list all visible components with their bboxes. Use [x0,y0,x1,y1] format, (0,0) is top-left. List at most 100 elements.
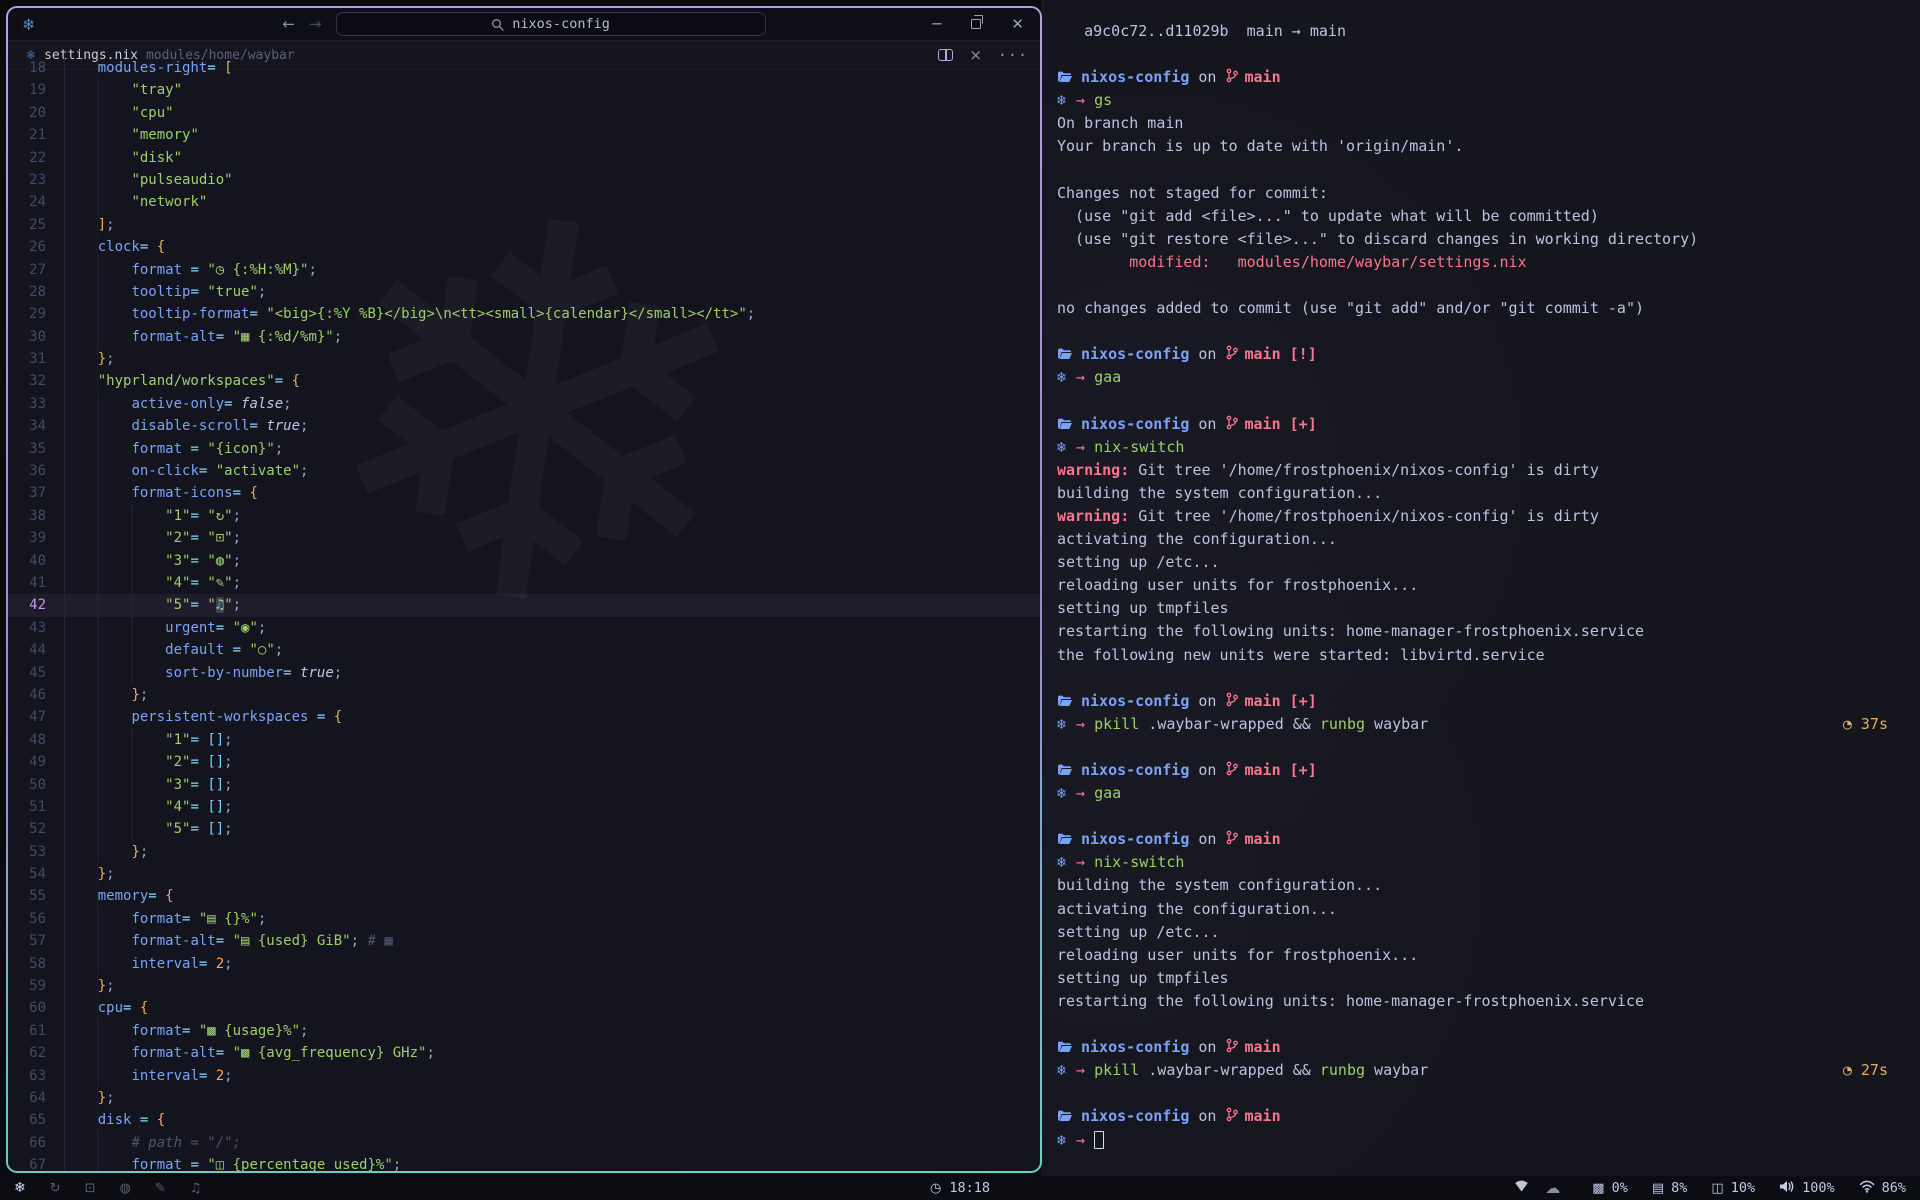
code-line[interactable]: 46 }; [8,684,1040,706]
code-token: } [98,978,106,994]
code-line[interactable]: 58 interval= 2; [8,953,1040,975]
code-line[interactable]: 47 persistent-workspaces = { [8,706,1040,728]
code-line[interactable]: 37 format-icons= { [8,482,1040,504]
code-line[interactable]: 63 interval= 2; [8,1065,1040,1087]
terminal-text: no changes added to commit (use "git add… [1057,299,1644,317]
code-line[interactable]: 31 }; [8,348,1040,370]
code-token: "◷ {:%H:%M}" [207,262,308,278]
code-line[interactable]: 35 format = "{icon}"; [8,438,1040,460]
code-editor[interactable]: 18 modules-right= [19 "tray"20 "cpu"21 "… [8,57,1040,1171]
code-line[interactable]: 48 "1"= []; [8,729,1040,751]
code-line[interactable]: 54 }; [8,863,1040,885]
code-token: ; [224,956,232,972]
code-token: ; [426,1045,434,1061]
window-minimize-button[interactable]: ─ [932,17,941,32]
code-line[interactable]: 28 tooltip= "true"; [8,281,1040,303]
code-line-content: "tray" [64,79,1040,101]
window-maximize-button[interactable] [971,19,981,29]
code-line[interactable]: 65 disk = { [8,1109,1040,1131]
terminal-line: building the system configuration... [1057,482,1902,505]
code-line[interactable]: 60 cpu= { [8,997,1040,1019]
code-line[interactable]: 36 on-click= "activate"; [8,460,1040,482]
terminal-text: gs [1094,91,1112,109]
code-token [64,863,98,885]
terminal-text: main [1245,345,1281,363]
code-line[interactable]: 51 "4"= []; [8,796,1040,818]
code-line[interactable]: 49 "2"= []; [8,751,1040,773]
code-line[interactable]: 67 format = "◫ {percentage_used}%"; [8,1154,1040,1171]
code-line[interactable]: 44 default = "○"; [8,639,1040,661]
code-token: ; [106,978,114,994]
code-token: cpu [98,1000,123,1016]
code-token [64,997,98,1019]
code-line[interactable]: 40 "3"= "◍"; [8,550,1040,572]
code-line[interactable]: 30 format-alt= "▦ {:%d/%m}"; [8,326,1040,348]
nav-back-button[interactable]: ← [282,15,295,33]
code-line[interactable]: 24 "network" [8,191,1040,213]
terminal-text: → [1076,784,1094,802]
code-token [64,169,131,191]
code-line[interactable]: 57 format-alt= "▤ {used} GiB"; # ▦ [8,930,1040,952]
line-number: 60 [8,997,64,1019]
window-close-button[interactable]: ✕ [1011,17,1024,32]
code-line[interactable]: 39 "2"= "⊡"; [8,527,1040,549]
code-line[interactable]: 27 format = "◷ {:%H:%M}"; [8,259,1040,281]
line-number: 57 [8,930,64,952]
code-line[interactable]: 29 tooltip-format= "<big>{:%Y %B}</big>\… [8,303,1040,325]
code-line[interactable]: 53 }; [8,841,1040,863]
code-token: false [241,396,283,412]
code-line[interactable]: 45 sort-by-number= true; [8,662,1040,684]
code-token [64,1109,98,1131]
code-line[interactable]: 23 "pulseaudio" [8,169,1040,191]
code-line[interactable]: 34 disable-scroll= true; [8,415,1040,437]
line-number: 47 [8,706,64,728]
code-token: "1" [165,508,190,524]
code-token: persistent-workspaces [131,709,308,725]
code-line[interactable]: 20 "cpu" [8,102,1040,124]
code-line[interactable]: 64 }; [8,1087,1040,1109]
code-line-content: format = "◫ {percentage_used}%"; [64,1154,1040,1171]
code-line[interactable]: 38 "1"= "↻"; [8,505,1040,527]
code-line[interactable]: 52 "5"= []; [8,818,1040,840]
terminal-line: setting up /etc... [1057,921,1902,944]
code-line[interactable]: 33 active-only= false; [8,393,1040,415]
terminal-text: → [1076,1061,1094,1079]
code-line[interactable]: 55 memory= { [8,885,1040,907]
code-token: "2" [165,530,190,546]
terminal-text: .waybar-wrapped && [1139,1061,1320,1079]
code-line[interactable]: 32 "hyprland/workspaces"= { [8,370,1040,392]
project-search[interactable]: nixos-config [336,12,766,36]
code-token [64,79,131,101]
code-line[interactable]: 50 "3"= []; [8,774,1040,796]
code-line[interactable]: 25 ]; [8,214,1040,236]
code-line[interactable]: 43 urgent= "◉"; [8,617,1040,639]
code-line[interactable]: 21 "memory" [8,124,1040,146]
code-token [64,1132,131,1154]
code-token: [] [207,754,224,770]
code-line[interactable]: 26 clock= { [8,236,1040,258]
code-token [64,1042,131,1064]
terminal-text: main [1245,692,1281,710]
code-line[interactable]: 22 "disk" [8,147,1040,169]
nav-forward-button[interactable]: → [309,15,322,33]
text-cursor: ♫ [216,597,224,613]
line-number: 49 [8,751,64,773]
code-token: { [165,888,173,904]
code-line[interactable]: 41 "4"= "✎"; [8,572,1040,594]
code-line[interactable]: 61 format= "▩ {usage}%"; [8,1020,1040,1042]
code-line[interactable]: 18 modules-right= [ [8,57,1040,79]
code-line[interactable]: 62 format-alt= "▩ {avg_frequency} GHz"; [8,1042,1040,1064]
code-line[interactable]: 59 }; [8,975,1040,997]
code-line[interactable]: 19 "tray" [8,79,1040,101]
terminal-text: gaa [1094,784,1121,802]
code-line[interactable]: 66 # path = "/"; [8,1132,1040,1154]
git-branch-icon [1226,1038,1238,1053]
terminal-pane[interactable]: a9c0c72..d11029b main → mainnixos-config… [1041,0,1920,1176]
command-duration: ◔ 27s [1843,1059,1888,1082]
terminal-text: on [1189,692,1225,710]
clock-module[interactable]: ◷ 18:18 [930,1180,990,1196]
code-line[interactable]: 42 "5"= "♫"; [8,594,1040,616]
terminal-line: reloading user units for frostphoenix... [1057,574,1902,597]
code-token: tooltip-format [131,306,249,322]
code-line[interactable]: 56 format= "▤ {}%"; [8,908,1040,930]
